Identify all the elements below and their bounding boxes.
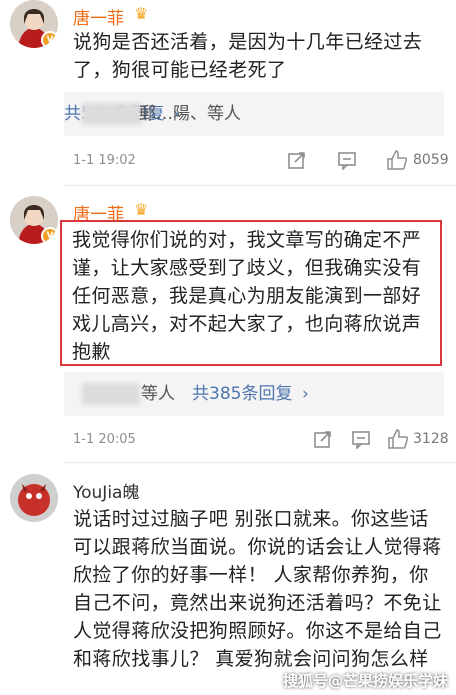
watermark: 搜狐号@芒果捞娱乐学妹	[282, 672, 448, 690]
avatar[interactable]: V	[10, 196, 58, 244]
verified-badge-icon: V	[41, 227, 58, 244]
avatar[interactable]: V	[10, 0, 58, 48]
share-icon[interactable]	[313, 429, 333, 449]
like-icon[interactable]	[387, 428, 409, 450]
comment-icon[interactable]	[337, 150, 357, 170]
chevron-right-icon: ›	[302, 384, 309, 404]
comment-text: 我觉得你们说的对，我文章写的确定不严谨，让大家感受到了歧义，但我确实没有任何恶意…	[72, 229, 422, 363]
username[interactable]: 唐一菲	[73, 4, 124, 29]
replies-count[interactable]: 共385条回复	[192, 372, 292, 416]
replies-preview[interactable]: 等人 共385条回复 ›	[64, 372, 444, 416]
verified-badge-icon: V	[41, 31, 58, 48]
comment-1: V 唐一菲 ♛ 说狗是否还活着，是因为十几年已经过去了，狗很可能已经老死了 郵……	[0, 0, 456, 190]
blurred-usernames	[82, 383, 140, 405]
comment-date: 1-1 20:05	[73, 432, 136, 447]
comment-text: 说话时过过脑子吧 别张口就来。你这些话可以跟蒋欣当面说。你说的话会让人觉得蒋欣捡…	[73, 508, 442, 670]
avatar-image	[10, 474, 58, 522]
replies-users-label: 等人	[141, 384, 175, 404]
like-count: 3128	[413, 431, 449, 447]
avatar[interactable]	[10, 474, 58, 522]
vip-crown-icon: ♛	[134, 4, 149, 23]
divider	[64, 462, 456, 463]
share-icon[interactable]	[287, 150, 307, 170]
comment-text: 说狗是否还活着，是因为十几年已经过去了，狗很可能已经老死了	[73, 31, 423, 81]
divider	[64, 185, 456, 186]
username[interactable]: YouJia魄	[73, 478, 139, 503]
replies-preview[interactable]: 郵…陽、等人共559条回复›	[64, 92, 444, 136]
blurred-usernames	[82, 103, 142, 125]
comment-date: 1-1 19:02	[73, 153, 136, 168]
like-count: 8059	[413, 152, 449, 168]
comment-icon[interactable]	[351, 429, 371, 449]
vip-crown-icon: ♛	[134, 200, 149, 219]
replies-users-label: 郵…陽、等人	[139, 104, 241, 124]
like-icon[interactable]	[386, 149, 408, 171]
